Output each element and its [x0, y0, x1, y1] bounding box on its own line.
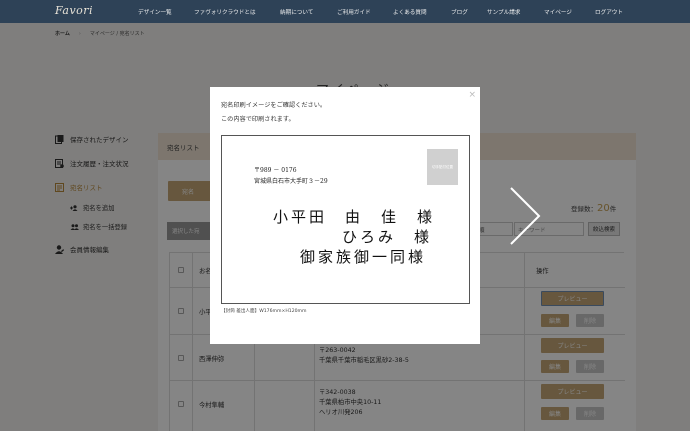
next-arrow-icon[interactable] — [508, 186, 542, 246]
nav-mypage[interactable]: マイページ — [544, 8, 572, 16]
nav-blog[interactable]: ブログ — [451, 8, 468, 16]
envelope-size-note: 【封筒 差出人面】W176mm×H120mm — [221, 309, 307, 314]
top-bar: Favori デザイン一覧 ファヴォリクラウドとは 納期について ご利用ガイド … — [0, 0, 690, 23]
close-icon[interactable]: × — [468, 90, 476, 100]
nav-faq[interactable]: よくある質問 — [393, 8, 427, 16]
modal-message-2: この内容で印刷されます。 — [221, 116, 295, 123]
stamp-placeholder: 切手貼付位置 — [427, 149, 458, 185]
envelope-name-line-1: 小平田 由 佳 様 — [273, 208, 436, 226]
envelope-postal-code: 〒989 － 0176 — [254, 167, 297, 174]
nav-design-list[interactable]: デザイン一覧 — [138, 8, 172, 16]
nav-guide[interactable]: ご利用ガイド — [337, 8, 371, 16]
site-logo[interactable]: Favori — [55, 4, 93, 17]
envelope-preview: 切手貼付位置 〒989 － 0176 宮城県白石市大手町３－29 小平田 由 佳… — [221, 135, 470, 304]
nav-logout[interactable]: ログアウト — [595, 8, 623, 16]
envelope-address: 宮城県白石市大手町３－29 — [254, 178, 328, 185]
print-preview-modal: × 宛名印刷イメージをご確認ください。 この内容で印刷されます。 切手貼付位置 … — [210, 87, 480, 344]
nav-sample[interactable]: サンプル請求 — [487, 8, 520, 16]
envelope-name-line-2: ひろみ 様 — [342, 228, 433, 246]
modal-message-1: 宛名印刷イメージをご確認ください。 — [221, 102, 327, 109]
nav-about[interactable]: ファヴォリクラウドとは — [194, 8, 256, 16]
envelope-name-line-3: 御家族御一同様 — [300, 248, 427, 266]
nav-delivery[interactable]: 納期について — [280, 8, 313, 16]
